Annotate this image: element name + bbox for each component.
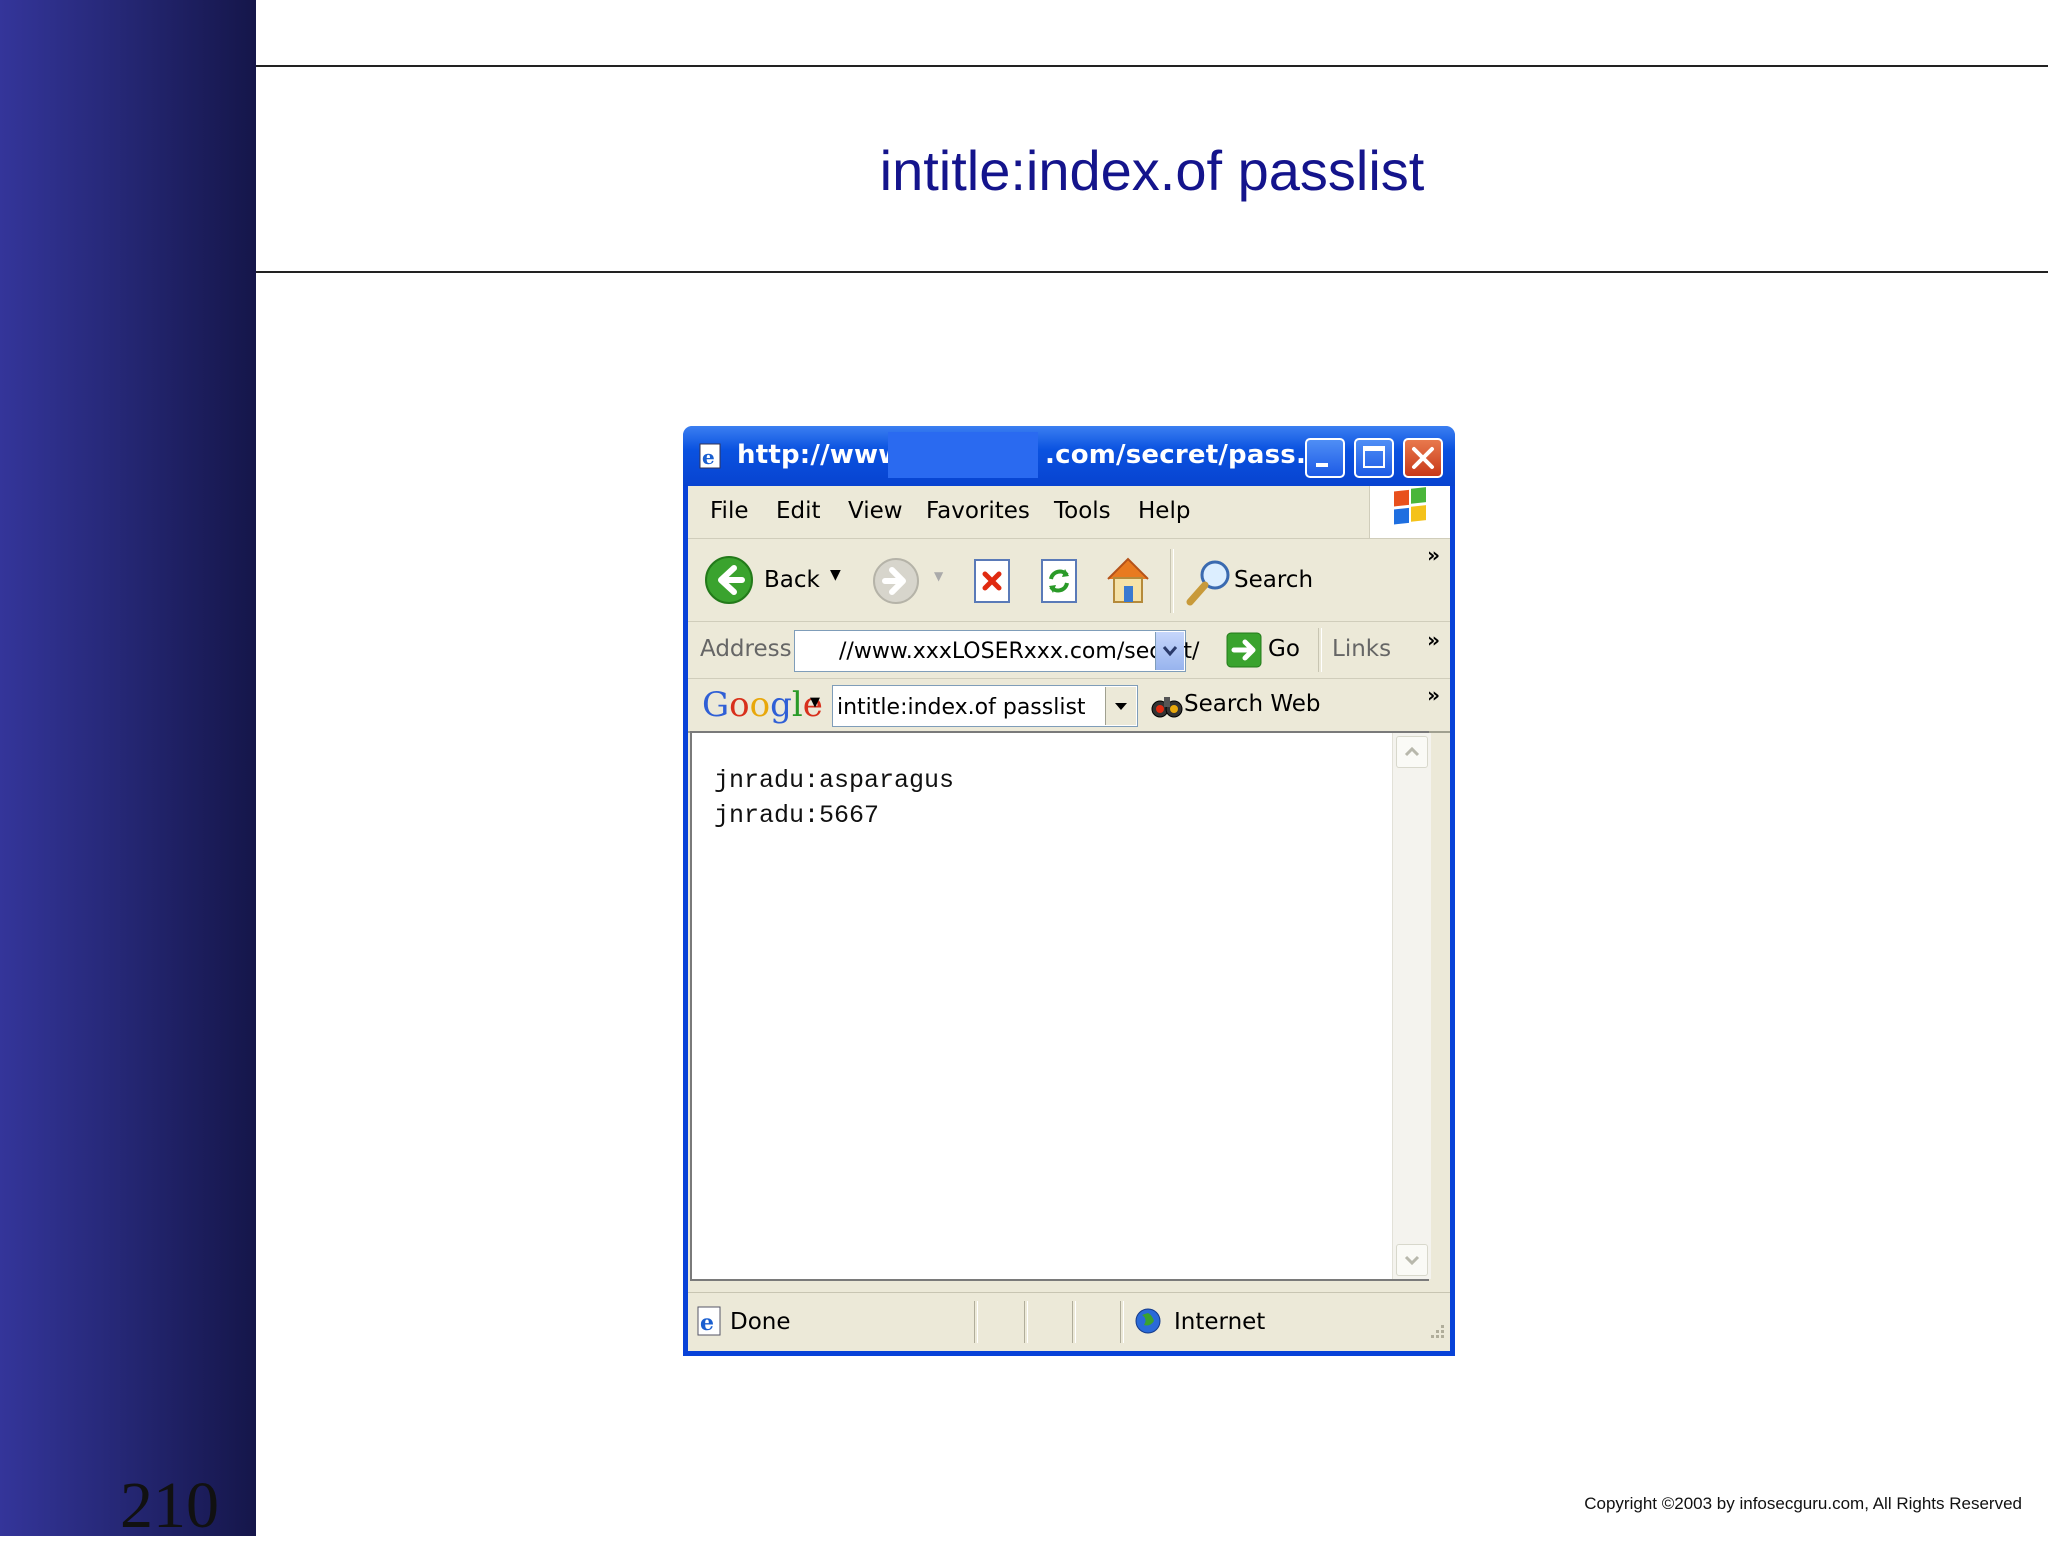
search-web-label[interactable]: Search Web [1184,691,1320,717]
search-web-button[interactable] [1150,689,1184,728]
forward-arrow-icon [873,558,919,604]
google-logo[interactable]: Google [702,685,823,725]
google-query: intitle:index.of passlist [837,695,1086,720]
chevron-up-icon [1404,746,1420,757]
windows-logo-icon [1369,486,1450,538]
copyright-notice: Copyright ©2003 by infosecguru.com, All … [1584,1494,2022,1513]
stop-button[interactable] [971,557,1015,610]
address-dropdown-button[interactable] [1155,632,1184,670]
browser-client-area: File Edit View Favorites Tools Help Back… [688,486,1450,1351]
content-text: jnradu:asparagus jnradu:5667 [714,763,954,833]
globe-icon [1134,1307,1162,1340]
vertical-scrollbar[interactable] [1392,733,1431,1279]
scroll-up-button[interactable] [1396,736,1428,768]
standard-toolbar: Back ▼ ▼ Search » [688,539,1450,622]
forward-dropdown-icon[interactable]: ▼ [934,569,943,583]
status-divider [1024,1301,1028,1343]
scroll-down-button[interactable] [1396,1244,1428,1276]
back-label[interactable]: Back [764,567,820,593]
back-dropdown-icon[interactable]: ▼ [830,567,841,583]
search-button[interactable] [1184,555,1236,614]
search-label[interactable]: Search [1234,567,1313,593]
window-title-suffix: .com/secret/pass... [1045,440,1327,470]
ie-page-icon: e [694,1305,724,1342]
ie-page-icon: e [697,442,725,470]
menu-edit[interactable]: Edit [776,498,821,524]
address-bar: Address //www.xxxLOSERxxx.com/secret/ Go… [688,622,1450,679]
go-arrow-icon [1226,632,1262,668]
forward-button[interactable] [872,557,920,610]
page-content: jnradu:asparagus jnradu:5667 [690,731,1431,1281]
status-divider [974,1301,978,1343]
menu-favorites[interactable]: Favorites [926,498,1030,524]
window-titlebar[interactable]: e http://www. .com/secret/pass... [683,426,1455,486]
status-divider [1072,1301,1076,1343]
menu-bar: File Edit View Favorites Tools Help [688,486,1450,539]
browser-window: e http://www. .com/secret/pass... File E… [683,426,1455,1356]
maximize-button[interactable] [1354,438,1394,478]
redaction-block [888,432,1038,478]
status-divider [1120,1301,1124,1343]
minimize-button[interactable] [1305,438,1345,478]
address-input[interactable]: //www.xxxLOSERxxx.com/secret/ [794,630,1199,672]
links-chevron[interactable]: » [1427,628,1440,652]
google-toolbar: Google ▼ intitle:index.of passlist Searc… [688,679,1450,733]
chevron-down-icon [1404,1255,1420,1266]
refresh-button[interactable] [1038,557,1082,610]
toolbar-divider [1170,549,1174,613]
google-dropdown-button[interactable] [1105,687,1136,725]
resize-grip-icon[interactable] [1424,1320,1446,1347]
status-bar: e Done Internet [688,1292,1450,1351]
top-rule [256,65,2048,67]
content-line: jnradu:5667 [714,801,880,830]
menu-tools[interactable]: Tools [1054,498,1111,524]
google-search-input[interactable]: intitle:index.of passlist [832,685,1138,727]
close-button[interactable] [1403,438,1443,478]
binoculars-icon [1151,697,1183,718]
address-divider [1318,628,1322,672]
zone-text: Internet [1174,1309,1266,1335]
back-arrow-icon [705,556,753,604]
svg-text:e: e [702,445,715,469]
stop-icon [974,559,1010,603]
close-icon [1412,447,1434,469]
home-button[interactable] [1102,553,1154,612]
back-button[interactable] [704,555,754,610]
menu-file[interactable]: File [710,498,749,524]
content-line: jnradu:asparagus [714,766,955,795]
google-menu-dropdown-icon[interactable]: ▼ [810,695,820,710]
chevron-down-icon [1115,703,1127,710]
slide-title: intitle:index.of passlist [879,139,1425,202]
slide-sidebar [0,0,256,1536]
page-number: 210 [120,1469,219,1542]
minimize-icon [1316,463,1328,467]
address-value: //www.xxxLOSERxxx.com/secret/ [839,639,1200,664]
home-icon [1107,557,1149,603]
go-button[interactable] [1226,632,1262,673]
menu-help[interactable]: Help [1138,498,1190,524]
menu-view[interactable]: View [848,498,903,524]
maximize-icon [1363,446,1385,468]
toolbar-overflow-chevron[interactable]: » [1427,543,1440,567]
svg-text:e: e [700,1310,714,1336]
chevron-down-icon [1162,646,1178,657]
status-text: Done [730,1309,791,1335]
links-label[interactable]: Links [1332,636,1391,662]
go-label[interactable]: Go [1268,636,1300,662]
title-rule [256,271,2048,273]
address-label: Address [700,636,792,662]
google-toolbar-chevron[interactable]: » [1427,683,1440,707]
window-title-prefix: http://www. [737,440,911,470]
search-magnifier-icon [1186,560,1230,606]
refresh-icon [1041,559,1077,603]
